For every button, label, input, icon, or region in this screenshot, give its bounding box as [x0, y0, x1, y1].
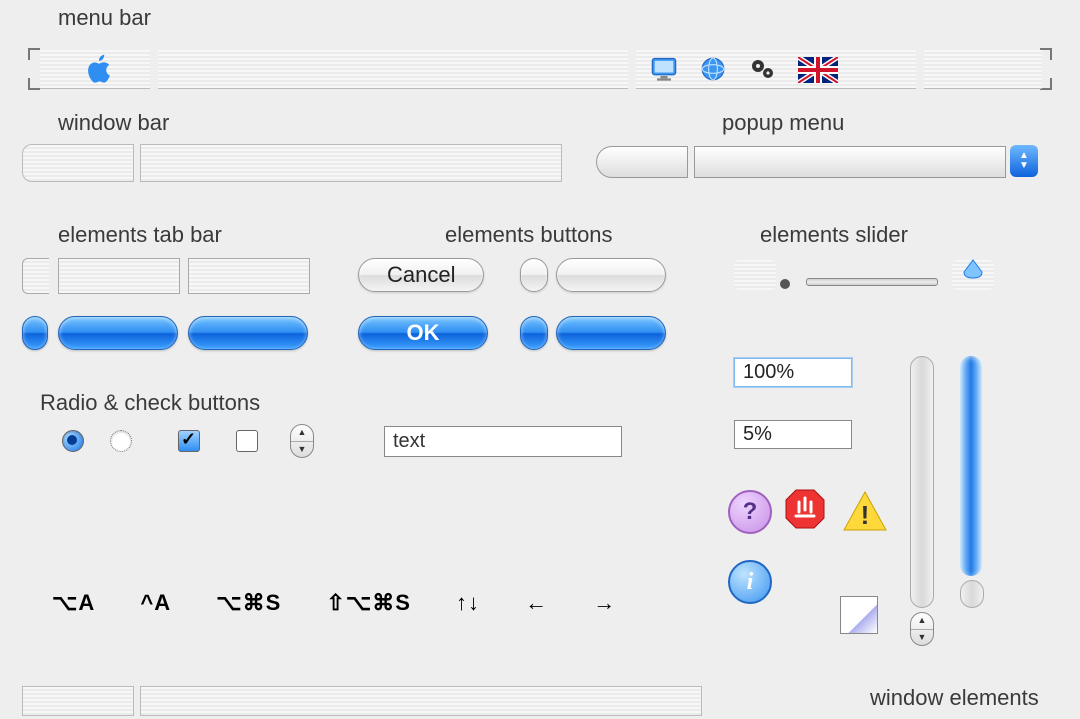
window-bar-label: window bar [58, 110, 169, 136]
tab-selected-2[interactable] [188, 316, 308, 350]
radio-check-label: Radio & check buttons [40, 390, 260, 416]
keyboard-shortcuts: ⌥A ^A ⌥⌘S ⇧⌥⌘S ↑↓ ← → [52, 590, 654, 616]
vscroll-trough-bottom [960, 580, 984, 608]
windowbar-left-cap [22, 144, 134, 182]
cancel-button[interactable]: Cancel [358, 258, 484, 292]
slider-tick-block [734, 260, 776, 290]
ok-button[interactable]: OK [358, 316, 488, 350]
stop-icon[interactable] [784, 488, 824, 528]
bottom-bar-body [140, 686, 702, 716]
radio-on[interactable] [62, 430, 84, 452]
bottom-bar-left [22, 686, 134, 716]
tab-cap-left[interactable] [22, 258, 49, 294]
gears-icon[interactable] [748, 56, 778, 87]
slider-end-block [952, 260, 994, 290]
blue-button-cap[interactable] [520, 316, 548, 350]
button-cap-left[interactable] [520, 258, 548, 292]
info-icon[interactable]: i [728, 560, 772, 604]
radio-off[interactable] [110, 430, 132, 452]
button-segment[interactable] [556, 258, 666, 292]
globe-icon[interactable] [700, 56, 726, 87]
svg-text:!: ! [861, 500, 870, 530]
apple-menu-icon[interactable] [83, 51, 117, 87]
tab-segment-2[interactable] [188, 258, 310, 294]
blue-button-segment[interactable] [556, 316, 666, 350]
menubar-segment-middle [158, 50, 628, 89]
menubar-segment-right2 [924, 50, 1042, 89]
scroll-stepper[interactable]: ▲▼ [910, 612, 934, 646]
monitor-icon[interactable] [650, 56, 678, 87]
stepper[interactable]: ▲▼ [290, 424, 314, 458]
tab-selected-1[interactable] [58, 316, 178, 350]
tab-selected-cap[interactable] [22, 316, 48, 350]
vscroll-track-gray[interactable] [910, 356, 934, 608]
windowbar-body [140, 144, 562, 182]
value-100[interactable]: 100% [734, 358, 852, 387]
menu-bar-label: menu bar [58, 5, 151, 31]
help-icon[interactable]: ? [728, 490, 772, 534]
slider-dot [780, 279, 790, 289]
value-5[interactable]: 5% [734, 420, 852, 449]
buttons-label: elements buttons [445, 222, 613, 248]
warning-icon[interactable]: ! [842, 490, 886, 530]
slider-label: elements slider [760, 222, 908, 248]
tab-segment-1[interactable] [58, 258, 180, 294]
slider-thumb-icon[interactable] [962, 258, 984, 280]
window-elements-label: window elements [870, 685, 1039, 711]
image-well-icon[interactable] [840, 596, 878, 634]
text-input[interactable]: text [384, 426, 622, 457]
checkbox-on[interactable] [178, 430, 200, 452]
horizontal-slider[interactable] [806, 278, 938, 286]
tab-bar-label: elements tab bar [58, 222, 222, 248]
popup-menu-label: popup menu [722, 110, 844, 136]
checkbox-off[interactable] [236, 430, 258, 452]
popup-left-cap[interactable] [596, 146, 688, 178]
popup-arrow-button[interactable]: ▲▼ [1010, 145, 1038, 177]
uk-flag-icon[interactable] [798, 57, 838, 83]
vscroll-blue[interactable] [960, 356, 982, 576]
popup-body[interactable] [694, 146, 1006, 178]
